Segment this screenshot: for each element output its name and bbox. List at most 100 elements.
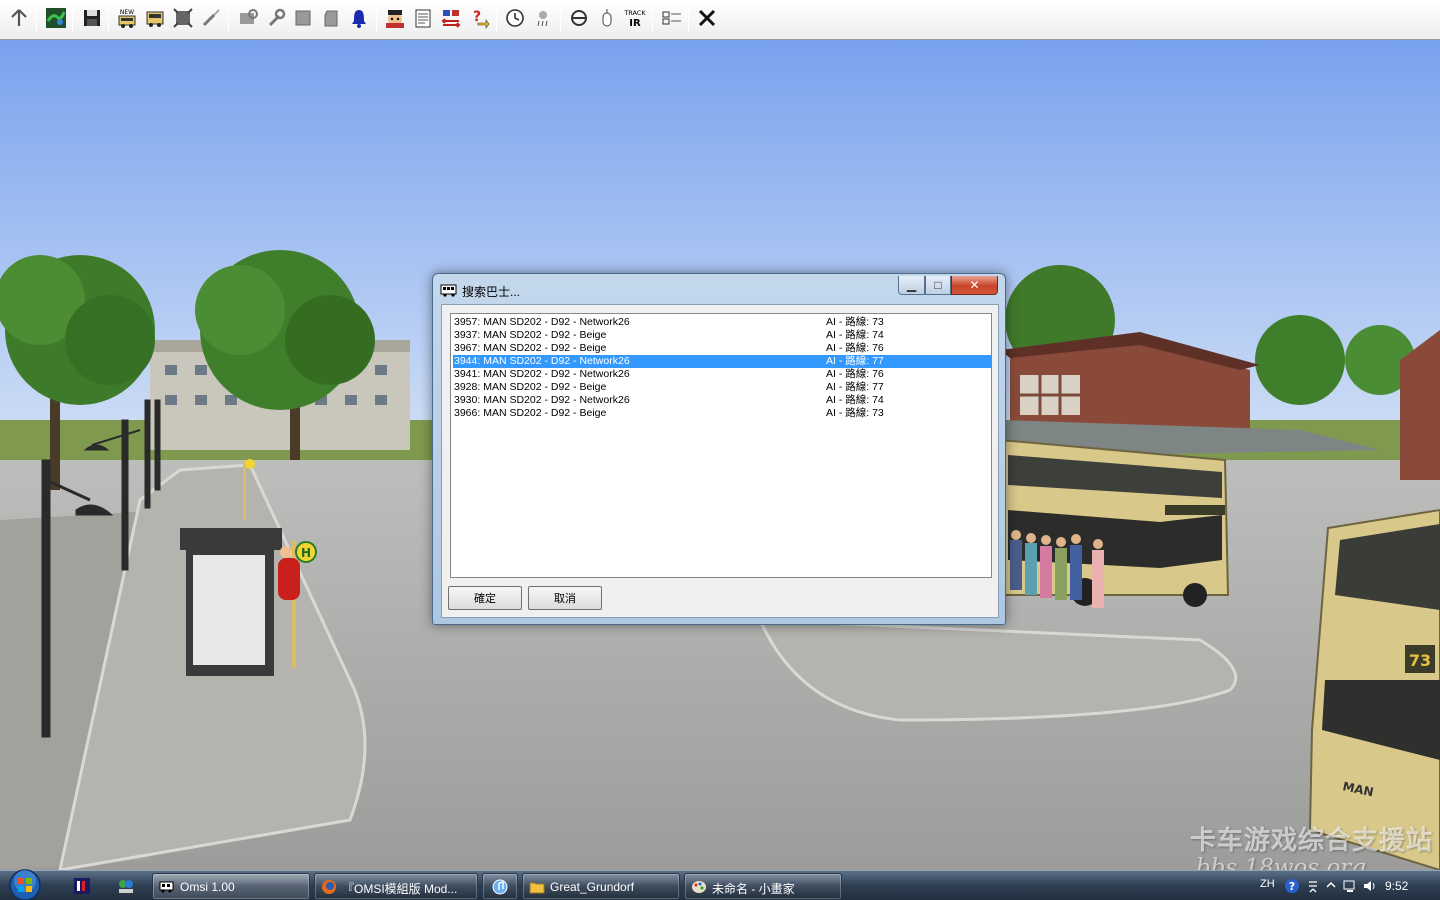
bus-name: 3930: MAN SD202 - D92 - Network26 xyxy=(454,394,630,406)
route-label: AI - 路線: 73 xyxy=(826,316,884,328)
bus-list[interactable]: 3957: MAN SD202 - D92 - Network26 AI - 路線… xyxy=(450,313,992,578)
taskbar: Omsi 1.00 『OMSI模組版 Mod... Great_Grundorf… xyxy=(0,869,1440,900)
taskbar-button-omsi[interactable]: Omsi 1.00 xyxy=(152,873,310,900)
watermark-title: 卡车游戏综合支援站 xyxy=(1190,826,1434,856)
bus-window-icon xyxy=(440,284,457,297)
omsi-icon xyxy=(159,881,174,893)
system-tray: ZH ? 9:52 xyxy=(1250,871,1440,900)
trackir-icon[interactable]: TRACK IR xyxy=(623,6,647,30)
svg-text:H: H xyxy=(301,546,311,560)
dialog-titlebar[interactable]: 搜索巴士... ▁ □ ✕ xyxy=(433,274,1005,304)
bus-name: 3967: MAN SD202 - D92 - Beige xyxy=(454,342,607,354)
paint-icon[interactable] xyxy=(199,6,223,30)
bus-list-item[interactable]: 3957: MAN SD202 - D92 - Network26 AI - 路線… xyxy=(453,316,991,329)
time-settings-icon[interactable] xyxy=(660,6,684,30)
toolbar-separator xyxy=(688,6,689,32)
show-hidden-icons-icon[interactable] xyxy=(1326,880,1336,890)
bus-name: 3957: MAN SD202 - D92 - Network26 xyxy=(454,316,630,328)
steering-icon[interactable] xyxy=(567,6,591,30)
bus-name: 3966: MAN SD202 - D92 - Beige xyxy=(454,407,607,419)
map-icon[interactable] xyxy=(44,6,68,30)
taskbar-button-explorer[interactable]: Great_Grundorf xyxy=(522,873,680,900)
bus-list-item[interactable]: 3966: MAN SD202 - D92 - Beige AI - 路線: 73 xyxy=(453,407,991,420)
language-indicator[interactable]: ZH xyxy=(1260,878,1275,890)
firefox-icon xyxy=(322,880,336,894)
close-icon[interactable] xyxy=(695,6,719,30)
maximize-button[interactable]: □ xyxy=(925,276,951,295)
toolbar-separator xyxy=(72,6,73,32)
bus-name: 3941: MAN SD202 - D92 - Network26 xyxy=(454,368,630,380)
bus-list-item[interactable]: 3930: MAN SD202 - D92 - Network26 AI - 路線… xyxy=(453,394,991,407)
paint-app-icon xyxy=(692,881,706,893)
bus-icon[interactable] xyxy=(143,6,167,30)
toolbar-separator xyxy=(560,6,561,32)
toolbar-separator xyxy=(36,6,37,32)
route-label: AI - 路線: 77 xyxy=(826,381,884,393)
toolbar-separator xyxy=(228,6,229,32)
new-bus-icon[interactable]: NEW xyxy=(115,6,139,30)
route-label: AI - 路線: 76 xyxy=(826,368,884,380)
help-icon[interactable]: ? xyxy=(1284,878,1300,894)
itunes-icon xyxy=(492,879,508,895)
up-arrow-icon[interactable] xyxy=(7,6,31,30)
toolbar-separator xyxy=(652,6,653,32)
close-button[interactable]: ✕ xyxy=(951,276,998,295)
bus-list-item[interactable]: 3937: MAN SD202 - D92 - Beige AI - 路線: 74 xyxy=(453,329,991,342)
taskbar-button-paint[interactable]: 未命名 - 小畫家 xyxy=(684,873,842,900)
svg-text:?: ? xyxy=(1289,880,1295,893)
clock-icon[interactable] xyxy=(503,6,527,30)
route-label: AI - 路線: 77 xyxy=(826,355,884,367)
start-button[interactable] xyxy=(5,869,45,900)
question-icon[interactable]: ? xyxy=(467,6,491,30)
foreground-bus: 73 MAN xyxy=(1308,508,1440,870)
svg-text:NEW: NEW xyxy=(120,9,134,16)
wrench-icon[interactable] xyxy=(264,6,288,30)
dialog-title: 搜索巴士... xyxy=(462,285,521,299)
route-label: AI - 路線: 74 xyxy=(826,329,884,341)
save-icon[interactable] xyxy=(80,6,104,30)
toolbar-separator xyxy=(108,6,109,32)
bus-list-item[interactable]: 3967: MAN SD202 - D92 - Beige AI - 路線: 76 xyxy=(453,342,991,355)
bus-name: 3937: MAN SD202 - D92 - Beige xyxy=(454,329,607,341)
minimize-button[interactable]: ▁ xyxy=(898,276,925,295)
svg-text:73: 73 xyxy=(1409,651,1431,670)
bus-name: 3944: MAN SD202 - D92 - Network26 xyxy=(454,355,630,367)
toolbar-separator xyxy=(496,6,497,32)
route-label: AI - 路線: 74 xyxy=(826,394,884,406)
mouse-icon[interactable] xyxy=(595,6,619,30)
door-icon[interactable] xyxy=(319,6,343,30)
search-bus-dialog: 搜索巴士... ▁ □ ✕ 3957: MAN SD202 - D92 - Ne… xyxy=(432,273,1006,625)
cancel-button[interactable]: 取消 xyxy=(528,586,602,610)
bus-name: 3928: MAN SD202 - D92 - Beige xyxy=(454,381,607,393)
bus-list-item[interactable]: 3928: MAN SD202 - D92 - Beige AI - 路線: 77 xyxy=(453,381,991,394)
bus-list-item[interactable]: 3944: MAN SD202 - D92 - Network26 AI - 路線… xyxy=(453,355,991,368)
timetable-icon[interactable] xyxy=(411,6,435,30)
chip-icon[interactable] xyxy=(291,6,315,30)
volume-icon[interactable] xyxy=(1362,878,1378,894)
svg-text:IR: IR xyxy=(629,18,641,29)
svg-text:TRACK: TRACK xyxy=(624,9,646,17)
toolbar-separator xyxy=(376,6,377,32)
driver-icon[interactable] xyxy=(383,6,407,30)
taskbar-button-firefox[interactable]: 『OMSI模組版 Mod... xyxy=(314,873,478,900)
main-toolbar: NEW ? TRACK IR xyxy=(0,0,1440,40)
route-label: AI - 路線: 76 xyxy=(826,342,884,354)
network-icon[interactable] xyxy=(1342,878,1358,894)
bus-list-item[interactable]: 3941: MAN SD202 - D92 - Network26 AI - 路線… xyxy=(453,368,991,381)
quick-launch-network-icon[interactable] xyxy=(116,876,136,896)
folder-icon xyxy=(529,882,545,894)
bell-icon[interactable] xyxy=(347,6,371,30)
frame-icon[interactable] xyxy=(171,6,195,30)
svg-text:?: ? xyxy=(473,9,481,25)
taskbar-button-itunes[interactable] xyxy=(482,873,518,900)
dialog-body: 3957: MAN SD202 - D92 - Network26 AI - 路線… xyxy=(441,304,999,618)
bus-settings-icon[interactable] xyxy=(236,6,260,30)
weather-icon[interactable] xyxy=(531,6,555,30)
swap-icon[interactable] xyxy=(439,6,463,30)
advertising-pillar xyxy=(180,528,282,676)
route-label: AI - 路線: 73 xyxy=(826,407,884,419)
clock[interactable]: 9:52 xyxy=(1385,879,1408,893)
quick-launch-app-icon[interactable] xyxy=(72,876,92,896)
tray-options-icon[interactable] xyxy=(1306,878,1320,894)
ok-button[interactable]: 確定 xyxy=(448,586,522,610)
